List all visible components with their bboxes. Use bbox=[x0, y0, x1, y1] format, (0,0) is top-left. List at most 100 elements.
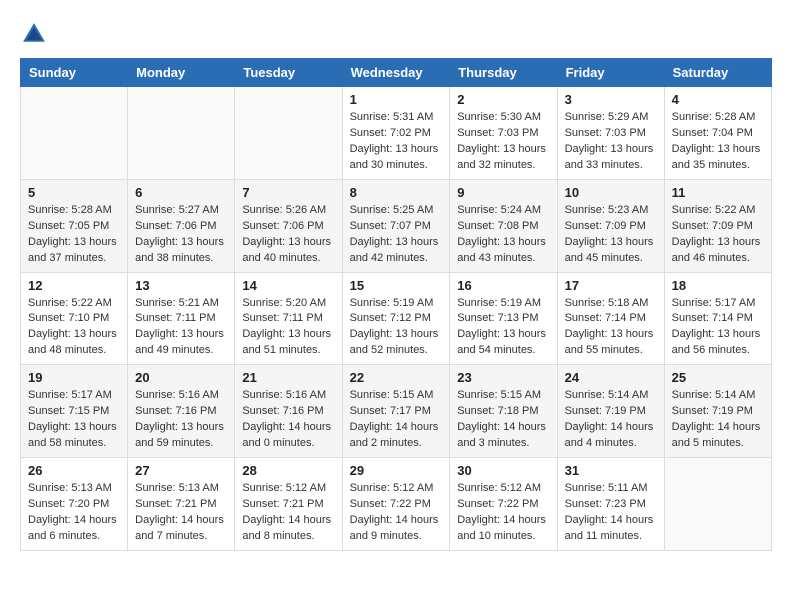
day-number: 6 bbox=[135, 185, 227, 200]
day-info: Sunrise: 5:11 AM Sunset: 7:23 PM Dayligh… bbox=[565, 481, 657, 545]
day-number: 20 bbox=[135, 370, 227, 385]
day-number: 28 bbox=[242, 463, 334, 478]
daylight-text: Daylight: 13 hours and 46 minutes. bbox=[672, 236, 761, 264]
day-info: Sunrise: 5:17 AM Sunset: 7:14 PM Dayligh… bbox=[672, 296, 764, 360]
calendar-cell: 26 Sunrise: 5:13 AM Sunset: 7:20 PM Dayl… bbox=[21, 458, 128, 551]
calendar-header-row: SundayMondayTuesdayWednesdayThursdayFrid… bbox=[21, 59, 772, 87]
daylight-text: Daylight: 14 hours and 7 minutes. bbox=[135, 514, 224, 542]
column-header-monday: Monday bbox=[128, 59, 235, 87]
daylight-text: Daylight: 13 hours and 45 minutes. bbox=[565, 236, 654, 264]
calendar-cell: 14 Sunrise: 5:20 AM Sunset: 7:11 PM Dayl… bbox=[235, 272, 342, 365]
calendar-week-row: 19 Sunrise: 5:17 AM Sunset: 7:15 PM Dayl… bbox=[21, 365, 772, 458]
calendar-cell: 30 Sunrise: 5:12 AM Sunset: 7:22 PM Dayl… bbox=[450, 458, 557, 551]
day-info: Sunrise: 5:22 AM Sunset: 7:09 PM Dayligh… bbox=[672, 203, 764, 267]
calendar-cell bbox=[664, 458, 771, 551]
header bbox=[20, 20, 772, 48]
sunset-text: Sunset: 7:11 PM bbox=[135, 312, 216, 324]
sunset-text: Sunset: 7:14 PM bbox=[672, 312, 753, 324]
sunset-text: Sunset: 7:06 PM bbox=[242, 220, 323, 232]
day-number: 1 bbox=[350, 92, 443, 107]
sunrise-text: Sunrise: 5:16 AM bbox=[242, 389, 326, 401]
day-number: 25 bbox=[672, 370, 764, 385]
column-header-sunday: Sunday bbox=[21, 59, 128, 87]
sunset-text: Sunset: 7:04 PM bbox=[672, 127, 753, 139]
day-info: Sunrise: 5:28 AM Sunset: 7:05 PM Dayligh… bbox=[28, 203, 120, 267]
calendar-cell: 19 Sunrise: 5:17 AM Sunset: 7:15 PM Dayl… bbox=[21, 365, 128, 458]
sunrise-text: Sunrise: 5:28 AM bbox=[28, 204, 112, 216]
day-info: Sunrise: 5:19 AM Sunset: 7:13 PM Dayligh… bbox=[457, 296, 549, 360]
calendar-week-row: 5 Sunrise: 5:28 AM Sunset: 7:05 PM Dayli… bbox=[21, 179, 772, 272]
day-number: 7 bbox=[242, 185, 334, 200]
calendar-cell: 29 Sunrise: 5:12 AM Sunset: 7:22 PM Dayl… bbox=[342, 458, 450, 551]
daylight-text: Daylight: 13 hours and 54 minutes. bbox=[457, 328, 546, 356]
daylight-text: Daylight: 13 hours and 49 minutes. bbox=[135, 328, 224, 356]
calendar: SundayMondayTuesdayWednesdayThursdayFrid… bbox=[20, 58, 772, 551]
daylight-text: Daylight: 14 hours and 9 minutes. bbox=[350, 514, 439, 542]
day-info: Sunrise: 5:28 AM Sunset: 7:04 PM Dayligh… bbox=[672, 110, 764, 174]
calendar-week-row: 1 Sunrise: 5:31 AM Sunset: 7:02 PM Dayli… bbox=[21, 87, 772, 180]
sunrise-text: Sunrise: 5:30 AM bbox=[457, 111, 541, 123]
day-info: Sunrise: 5:23 AM Sunset: 7:09 PM Dayligh… bbox=[565, 203, 657, 267]
daylight-text: Daylight: 13 hours and 52 minutes. bbox=[350, 328, 439, 356]
sunrise-text: Sunrise: 5:18 AM bbox=[565, 297, 649, 309]
daylight-text: Daylight: 14 hours and 11 minutes. bbox=[565, 514, 654, 542]
daylight-text: Daylight: 13 hours and 40 minutes. bbox=[242, 236, 331, 264]
sunrise-text: Sunrise: 5:27 AM bbox=[135, 204, 219, 216]
day-info: Sunrise: 5:13 AM Sunset: 7:20 PM Dayligh… bbox=[28, 481, 120, 545]
sunset-text: Sunset: 7:20 PM bbox=[28, 498, 109, 510]
column-header-saturday: Saturday bbox=[664, 59, 771, 87]
day-number: 15 bbox=[350, 278, 443, 293]
sunset-text: Sunset: 7:16 PM bbox=[242, 405, 323, 417]
column-header-friday: Friday bbox=[557, 59, 664, 87]
day-info: Sunrise: 5:25 AM Sunset: 7:07 PM Dayligh… bbox=[350, 203, 443, 267]
sunrise-text: Sunrise: 5:29 AM bbox=[565, 111, 649, 123]
sunrise-text: Sunrise: 5:12 AM bbox=[350, 482, 434, 494]
daylight-text: Daylight: 13 hours and 59 minutes. bbox=[135, 421, 224, 449]
calendar-cell: 24 Sunrise: 5:14 AM Sunset: 7:19 PM Dayl… bbox=[557, 365, 664, 458]
day-info: Sunrise: 5:12 AM Sunset: 7:22 PM Dayligh… bbox=[457, 481, 549, 545]
sunset-text: Sunset: 7:13 PM bbox=[457, 312, 538, 324]
day-number: 13 bbox=[135, 278, 227, 293]
sunset-text: Sunset: 7:07 PM bbox=[350, 220, 431, 232]
sunrise-text: Sunrise: 5:25 AM bbox=[350, 204, 434, 216]
calendar-cell: 4 Sunrise: 5:28 AM Sunset: 7:04 PM Dayli… bbox=[664, 87, 771, 180]
calendar-week-row: 12 Sunrise: 5:22 AM Sunset: 7:10 PM Dayl… bbox=[21, 272, 772, 365]
sunset-text: Sunset: 7:05 PM bbox=[28, 220, 109, 232]
day-info: Sunrise: 5:22 AM Sunset: 7:10 PM Dayligh… bbox=[28, 296, 120, 360]
sunset-text: Sunset: 7:22 PM bbox=[457, 498, 538, 510]
day-info: Sunrise: 5:19 AM Sunset: 7:12 PM Dayligh… bbox=[350, 296, 443, 360]
sunset-text: Sunset: 7:21 PM bbox=[242, 498, 323, 510]
day-info: Sunrise: 5:12 AM Sunset: 7:22 PM Dayligh… bbox=[350, 481, 443, 545]
day-number: 4 bbox=[672, 92, 764, 107]
calendar-cell: 17 Sunrise: 5:18 AM Sunset: 7:14 PM Dayl… bbox=[557, 272, 664, 365]
sunrise-text: Sunrise: 5:17 AM bbox=[28, 389, 112, 401]
sunrise-text: Sunrise: 5:12 AM bbox=[457, 482, 541, 494]
daylight-text: Daylight: 14 hours and 5 minutes. bbox=[672, 421, 761, 449]
daylight-text: Daylight: 14 hours and 2 minutes. bbox=[350, 421, 439, 449]
calendar-cell bbox=[235, 87, 342, 180]
day-info: Sunrise: 5:14 AM Sunset: 7:19 PM Dayligh… bbox=[565, 388, 657, 452]
day-info: Sunrise: 5:30 AM Sunset: 7:03 PM Dayligh… bbox=[457, 110, 549, 174]
calendar-cell: 22 Sunrise: 5:15 AM Sunset: 7:17 PM Dayl… bbox=[342, 365, 450, 458]
calendar-cell: 27 Sunrise: 5:13 AM Sunset: 7:21 PM Dayl… bbox=[128, 458, 235, 551]
sunrise-text: Sunrise: 5:28 AM bbox=[672, 111, 756, 123]
calendar-cell: 3 Sunrise: 5:29 AM Sunset: 7:03 PM Dayli… bbox=[557, 87, 664, 180]
day-info: Sunrise: 5:12 AM Sunset: 7:21 PM Dayligh… bbox=[242, 481, 334, 545]
day-number: 19 bbox=[28, 370, 120, 385]
sunset-text: Sunset: 7:02 PM bbox=[350, 127, 431, 139]
day-number: 11 bbox=[672, 185, 764, 200]
day-number: 9 bbox=[457, 185, 549, 200]
daylight-text: Daylight: 13 hours and 33 minutes. bbox=[565, 143, 654, 171]
day-info: Sunrise: 5:14 AM Sunset: 7:19 PM Dayligh… bbox=[672, 388, 764, 452]
daylight-text: Daylight: 14 hours and 3 minutes. bbox=[457, 421, 546, 449]
day-info: Sunrise: 5:15 AM Sunset: 7:18 PM Dayligh… bbox=[457, 388, 549, 452]
day-number: 8 bbox=[350, 185, 443, 200]
daylight-text: Daylight: 13 hours and 35 minutes. bbox=[672, 143, 761, 171]
sunset-text: Sunset: 7:03 PM bbox=[565, 127, 646, 139]
sunset-text: Sunset: 7:18 PM bbox=[457, 405, 538, 417]
daylight-text: Daylight: 13 hours and 48 minutes. bbox=[28, 328, 117, 356]
sunset-text: Sunset: 7:15 PM bbox=[28, 405, 109, 417]
sunset-text: Sunset: 7:16 PM bbox=[135, 405, 216, 417]
day-number: 31 bbox=[565, 463, 657, 478]
calendar-week-row: 26 Sunrise: 5:13 AM Sunset: 7:20 PM Dayl… bbox=[21, 458, 772, 551]
